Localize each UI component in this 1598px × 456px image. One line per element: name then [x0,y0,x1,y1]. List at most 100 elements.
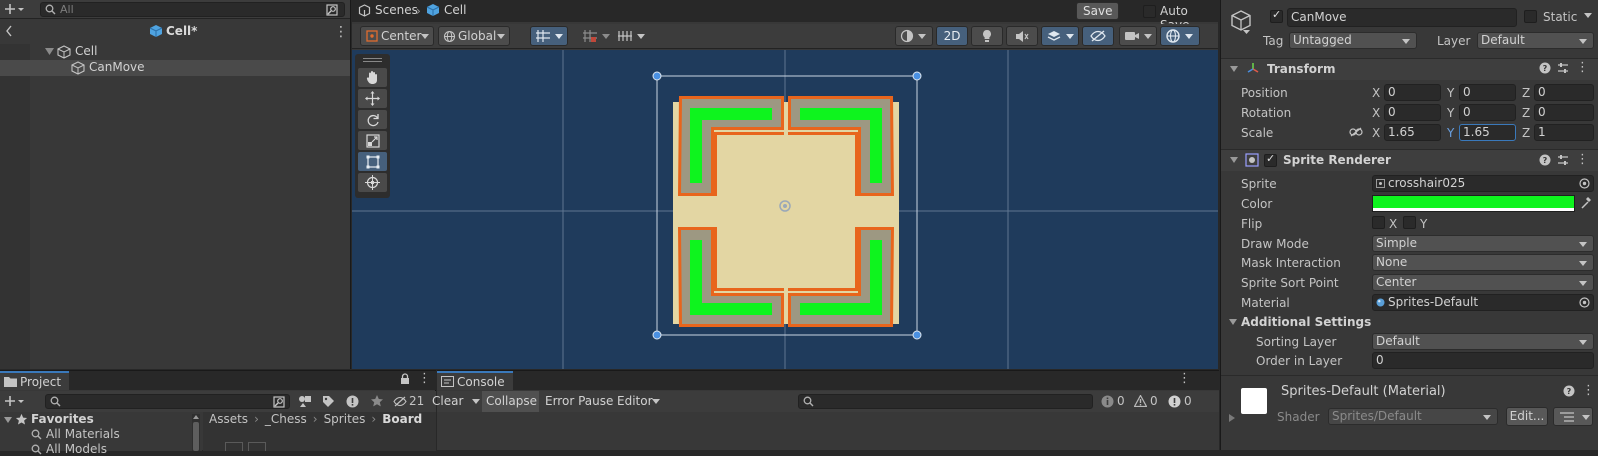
additional-settings-foldout-icon[interactable] [1229,319,1237,325]
console-search-input[interactable] [798,394,1093,409]
effects-dropdown[interactable] [1041,26,1079,46]
transform-tool-button[interactable] [358,173,387,192]
object-name-field[interactable]: CanMove [1287,8,1517,27]
add-icon[interactable] [4,1,24,17]
search-filter-icon[interactable] [273,396,286,408]
sprite-renderer-header[interactable]: Sprite Renderer ? ⋮ [1221,149,1598,171]
lighting-toggle[interactable] [971,26,1003,46]
help-icon[interactable]: ? [1539,154,1551,166]
eyedropper-icon[interactable] [1580,196,1592,210]
position-x-field[interactable]: 0 [1384,84,1441,101]
project-search-input[interactable] [45,394,290,409]
sprite-sort-point-dropdown[interactable]: Center [1372,274,1594,291]
rotation-y-field[interactable]: 0 [1459,104,1516,121]
breadcrumb-sprites[interactable]: Sprites [324,412,366,426]
save-button[interactable]: Save [1076,2,1120,20]
scene-viewport[interactable] [352,50,1218,369]
audio-toggle[interactable] [1006,26,1038,46]
error-count-toggle[interactable]: 0 [1168,394,1192,408]
back-chevron-icon[interactable] [5,24,13,38]
object-picker-icon[interactable] [1579,178,1590,189]
flip-y-checkbox[interactable] [1403,216,1416,229]
static-checkbox[interactable] [1524,10,1537,23]
error-pause-toggle[interactable]: Error Pause [545,394,613,408]
tree-scrollbar[interactable] [192,414,200,451]
tab-current-prefab[interactable]: Cell [426,3,466,17]
grid-visibility-toggle[interactable] [612,26,650,46]
favorites-foldout-icon[interactable] [4,417,12,423]
material-foldout-arrow-icon[interactable] [1229,414,1235,422]
breadcrumb-board[interactable]: Board [382,412,422,426]
sorting-layer-dropdown[interactable]: Default [1372,333,1594,350]
search-filter-icon[interactable] [326,4,339,16]
hierarchy-search-input[interactable]: All [40,2,345,17]
presets-sliders-icon[interactable] [1557,62,1569,74]
rotation-z-field[interactable]: 0 [1534,104,1594,121]
active-checkbox[interactable] [1270,8,1283,23]
pivot-mode-dropdown[interactable]: Center [360,26,434,46]
gizmos-dropdown[interactable] [1160,26,1200,46]
filter-by-type-icon[interactable] [298,395,312,408]
move-tool-button[interactable] [358,89,387,108]
mask-interaction-dropdown[interactable]: None [1372,254,1594,271]
object-picker-icon[interactable] [1579,297,1590,308]
sprite-renderer-enabled-checkbox[interactable] [1264,152,1277,167]
help-icon[interactable]: ? [1539,62,1551,74]
tab-project[interactable]: Project [0,371,70,390]
shader-edit-button[interactable]: Edit... [1506,407,1548,426]
transform-header[interactable]: Transform ? ⋮ [1221,58,1598,80]
position-y-field[interactable]: 0 [1459,84,1516,101]
favorites-label[interactable]: Favorites [31,412,94,426]
lock-icon[interactable] [400,373,410,385]
filter-by-label-icon[interactable] [322,395,335,408]
color-swatch[interactable] [1372,195,1575,212]
scale-y-field[interactable]: 1.65 [1459,124,1516,141]
palette-drag-handle[interactable] [363,58,382,62]
material-menu-icon[interactable]: ⋮ [1582,383,1595,398]
hand-tool-button[interactable] [358,68,387,87]
create-add-icon[interactable] [4,393,24,409]
info-count-toggle[interactable]: 0 [1101,394,1125,408]
project-menu-icon[interactable]: ⋮ [418,371,431,386]
grid-snap-toggle[interactable] [530,26,568,46]
editor-target-dropdown[interactable]: Editor [617,394,653,408]
scroll-up-arrow-icon[interactable] [193,415,199,419]
component-menu-icon[interactable]: ⋮ [1576,60,1589,75]
icon-dropdown-arrow-icon[interactable] [1243,30,1250,34]
console-clear-button[interactable]: Clear [432,394,463,408]
hierarchy-item-cell[interactable]: Cell [0,44,350,60]
constrain-proportions-link-icon[interactable] [1349,127,1363,137]
rotate-tool-button[interactable] [358,110,387,129]
favorite-item-all-models[interactable]: All Models [46,442,107,456]
flip-x-checkbox[interactable] [1372,216,1385,229]
scene-visibility-toggle[interactable] [1082,26,1114,46]
tag-dropdown[interactable]: Untagged [1289,32,1417,49]
breadcrumb-chess[interactable]: _Chess [265,412,307,426]
scale-z-field[interactable]: 1 [1534,124,1594,141]
console-menu-icon[interactable]: ⋮ [1178,371,1191,386]
scale-tool-button[interactable] [358,131,387,150]
additional-settings-title[interactable]: Additional Settings [1241,315,1371,329]
order-in-layer-field[interactable]: 0 [1372,352,1594,369]
layer-dropdown[interactable]: Default [1477,32,1594,49]
hierarchy-scene-header[interactable]: Cell* ⋮ [0,22,350,42]
shader-dropdown[interactable]: Sprites/Default [1328,408,1498,425]
mode-2d-toggle[interactable]: 2D [936,26,968,46]
hidden-packages-toggle[interactable]: 21 [393,394,424,408]
position-z-field[interactable]: 0 [1534,84,1594,101]
foldout-arrow-icon[interactable] [1230,66,1238,72]
scale-x-field[interactable]: 1.65 [1384,124,1441,141]
warning-count-toggle[interactable]: 0 [1134,394,1158,408]
rotation-x-field[interactable]: 0 [1384,104,1441,121]
tab-console[interactable]: Console [437,371,513,390]
more-menu-icon[interactable]: ⋮ [334,24,348,40]
draw-mode-dropdown[interactable]: Simple [1372,235,1594,252]
help-icon[interactable]: ? [1563,385,1575,397]
collapse-toggle[interactable]: Collapse [482,391,539,412]
rect-tool-button[interactable] [358,152,387,171]
presets-sliders-icon[interactable] [1557,154,1569,166]
breadcrumb-assets[interactable]: Assets [209,412,248,426]
auto-save-checkbox[interactable] [1143,5,1156,18]
scrollbar-thumb[interactable] [193,422,199,451]
static-dropdown-arrow-icon[interactable] [1584,13,1592,18]
